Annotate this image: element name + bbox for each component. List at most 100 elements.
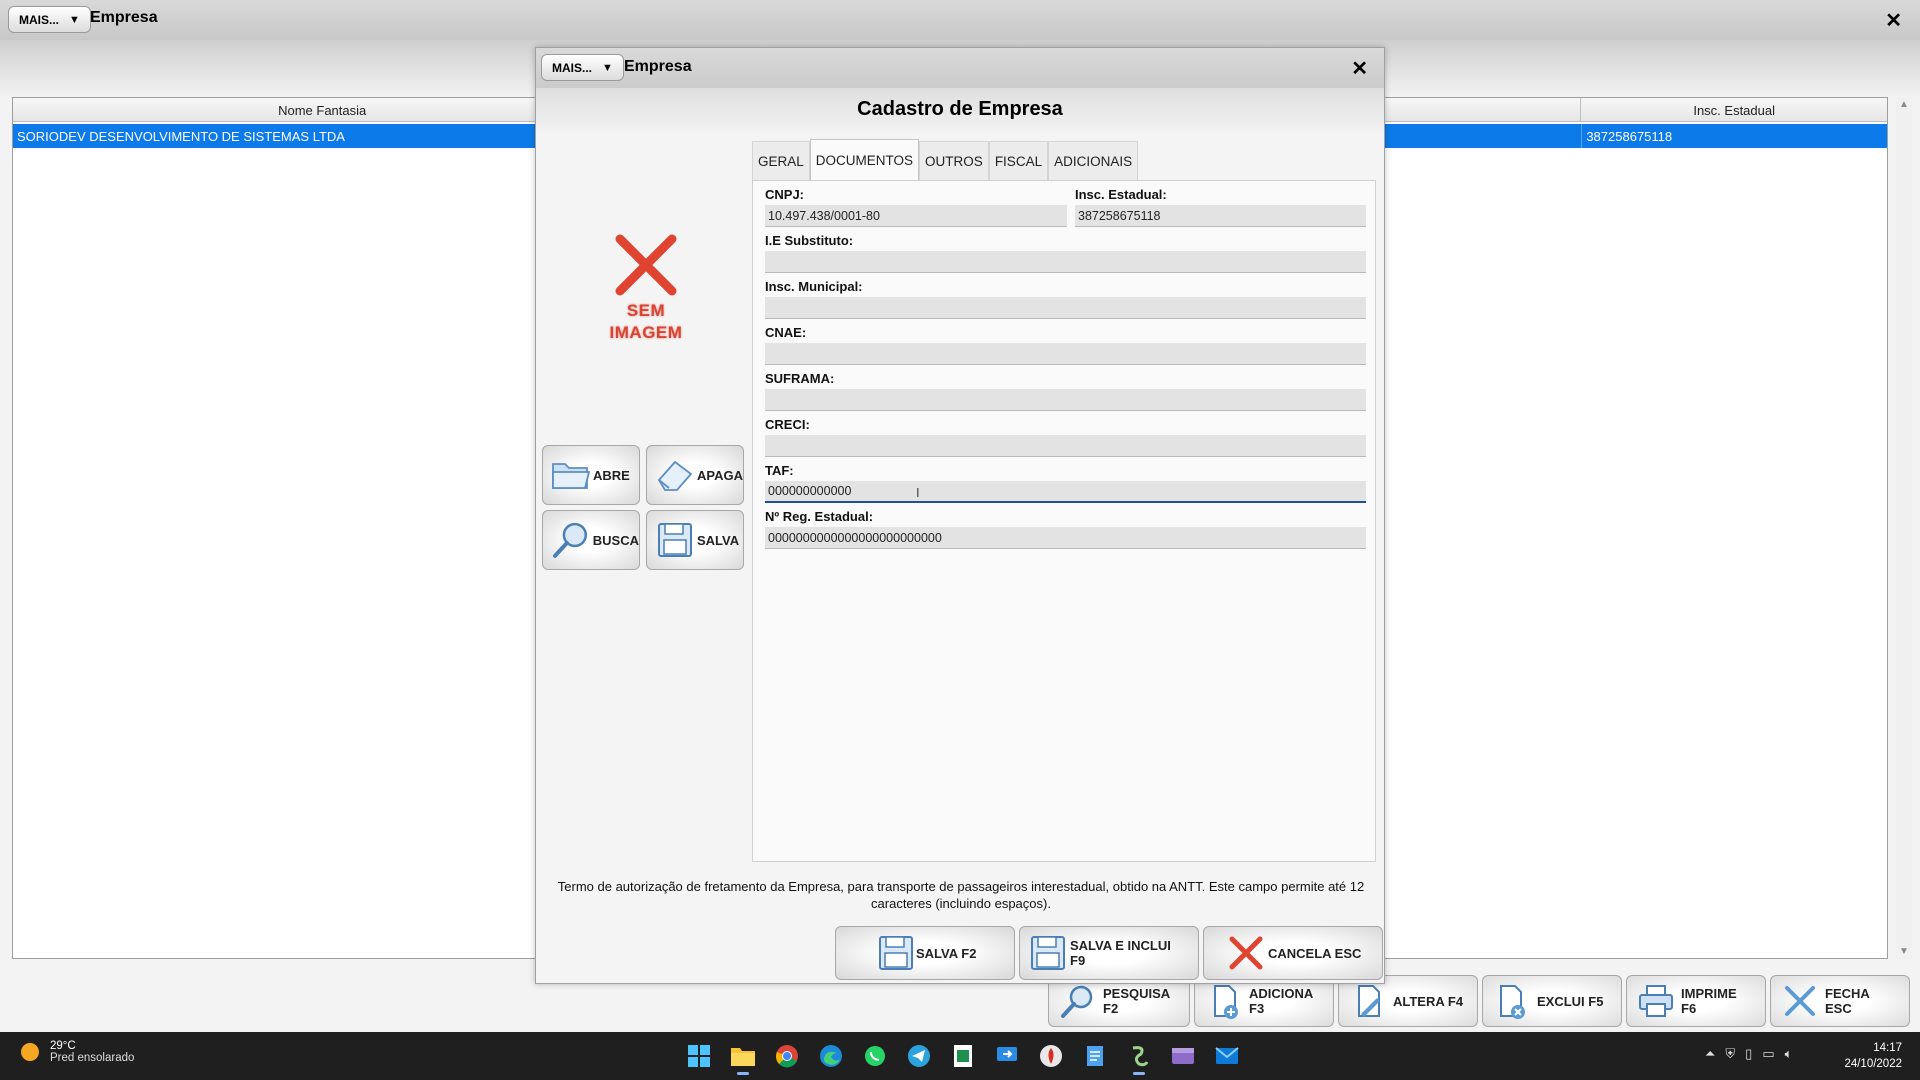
weather-temperature: 29°C xyxy=(50,1040,76,1052)
clock-time: 14:17 xyxy=(1873,1042,1902,1054)
imprime-button[interactable]: IMPRIME F6 xyxy=(1626,975,1766,1027)
company-logo-placeholder: SEM IMAGEM xyxy=(596,233,696,343)
abre-button[interactable]: ABRE xyxy=(542,445,640,505)
clock-date: 24/10/2022 xyxy=(1844,1058,1902,1070)
clock[interactable]: 14:17 24/10/2022 xyxy=(1844,1040,1902,1072)
tab-fiscal[interactable]: FISCAL xyxy=(988,141,1049,181)
whatsapp-icon[interactable] xyxy=(859,1040,891,1072)
magnifier-icon xyxy=(1059,982,1097,1020)
cancela-label: CANCELA ESC xyxy=(1268,945,1362,961)
reg-estadual-label: Nº Reg. Estadual: xyxy=(765,509,874,524)
salva-image-label: SALVA xyxy=(697,532,740,548)
tab-geral[interactable]: GERAL xyxy=(752,141,810,181)
fecha-button[interactable]: FECHA ESC xyxy=(1770,975,1910,1027)
floppy-disk-icon xyxy=(658,523,692,557)
magnifier-icon xyxy=(552,522,588,558)
tab-adicionais[interactable]: ADICIONAIS xyxy=(1048,141,1139,181)
reg-estadual-field[interactable]: 0000000000000000000000000 xyxy=(765,527,1366,549)
insc-municipal-field[interactable] xyxy=(765,297,1366,319)
busca-button[interactable]: BUSCA xyxy=(542,510,640,570)
erp-app-icon[interactable] xyxy=(1123,1040,1155,1075)
grid-scrollbar[interactable]: ▲ ▼ xyxy=(1896,97,1912,959)
no-image-line-2: IMAGEM xyxy=(609,323,683,342)
sun-icon xyxy=(21,1043,39,1061)
pesquisa-label: PESQUISA F2 xyxy=(1103,986,1170,1016)
telegram-icon[interactable] xyxy=(903,1040,935,1072)
altera-label: ALTERA F4 xyxy=(1393,993,1464,1009)
insc-estadual-field[interactable]: 387258675118 xyxy=(1075,205,1366,227)
chevron-down-icon: ▼ xyxy=(602,61,613,74)
taf-field[interactable]: 000000000000 xyxy=(765,481,1366,503)
printer-icon xyxy=(1637,982,1675,1020)
battery-icon[interactable]: ▯ xyxy=(1745,1046,1752,1062)
busca-label: BUSCA xyxy=(592,532,639,548)
chevron-down-icon: ▼ xyxy=(69,13,80,26)
salva-e-inclui-label: SALVA E INCLUI F9 xyxy=(1070,938,1171,968)
floppy-disk-icon xyxy=(1030,935,1066,974)
field-hint: Termo de autorização de fretamento da Em… xyxy=(557,879,1365,911)
dialog-button-bar: SALVA F2 SALVA E INCLUI F9 CANCELA ESC xyxy=(835,926,1383,980)
cnae-field[interactable] xyxy=(765,343,1366,365)
cell-insc-estadual: 387258675118 xyxy=(1581,124,1887,148)
exclui-label: EXCLUI F5 xyxy=(1537,993,1604,1009)
floppy-disk-icon xyxy=(878,935,914,974)
text-cursor-icon: I xyxy=(916,485,920,500)
volume-icon[interactable]: 🔈︎ xyxy=(1785,1046,1793,1062)
chrome-icon[interactable] xyxy=(771,1040,803,1072)
mail-app-icon[interactable] xyxy=(1211,1040,1243,1072)
cancela-button[interactable]: CANCELA ESC xyxy=(1203,926,1383,980)
edge-icon[interactable] xyxy=(815,1040,847,1072)
add-document-icon xyxy=(1205,982,1243,1020)
windows-start-icon[interactable] xyxy=(683,1040,715,1072)
no-image-icon xyxy=(615,234,677,296)
cnpj-label: CNPJ: xyxy=(765,187,805,202)
main-window-title: Empresa xyxy=(90,9,158,26)
dialog-titlebar: MAIS... ▼ Empresa ✕ xyxy=(536,48,1384,88)
insc-estadual-label: Insc. Estadual: xyxy=(1075,187,1167,202)
suframa-field[interactable] xyxy=(765,389,1366,411)
scroll-up-icon[interactable]: ▲ xyxy=(1899,99,1909,110)
tab-documentos[interactable]: DOCUMENTOS xyxy=(809,139,920,181)
mais-label: MAIS... xyxy=(19,12,60,27)
dialog-mais-button[interactable]: MAIS... ▼ xyxy=(541,54,624,81)
scroll-down-icon[interactable]: ▼ xyxy=(1899,946,1909,957)
remote-desktop-icon[interactable] xyxy=(991,1040,1023,1072)
column-header-insc-estadual[interactable]: Insc. Estadual xyxy=(1581,98,1887,122)
network-icon[interactable]: ▭ xyxy=(1762,1046,1774,1062)
main-close-button[interactable]: ✕ xyxy=(1885,8,1902,33)
notepad-icon[interactable] xyxy=(1079,1040,1111,1072)
file-explorer-icon[interactable] xyxy=(727,1040,759,1075)
weather-description: Pred ensolarado xyxy=(50,1052,135,1064)
main-titlebar: MAIS... ▼ Empresa ✕ xyxy=(0,0,1920,40)
exclui-button[interactable]: EXCLUI F5 xyxy=(1482,975,1622,1027)
spreadsheet-icon[interactable] xyxy=(947,1040,979,1072)
taf-label: TAF: xyxy=(765,463,794,478)
eraser-icon xyxy=(657,460,693,491)
salva-image-button[interactable]: SALVA xyxy=(646,510,744,570)
cancel-x-icon xyxy=(1228,935,1264,974)
cnpj-field[interactable]: 10.497.438/0001-80 xyxy=(765,205,1067,227)
media-app-icon[interactable] xyxy=(1167,1040,1199,1072)
dialog-close-button[interactable]: ✕ xyxy=(1351,56,1368,81)
shield-icon[interactable]: ⛨ xyxy=(1725,1046,1735,1062)
security-app-icon[interactable] xyxy=(1035,1040,1067,1072)
system-tray: ⏶ ⛨ ▯ ▭ 🔈︎ xyxy=(1705,1046,1792,1062)
mais-label: MAIS... xyxy=(552,60,593,75)
salva-button[interactable]: SALVA F2 xyxy=(835,926,1015,980)
tray-chevron-icon[interactable]: ⏶ xyxy=(1705,1046,1715,1062)
cnae-label: CNAE: xyxy=(765,325,807,340)
weather-widget[interactable]: 29°C Pred ensolarado xyxy=(18,1040,134,1064)
tab-outros[interactable]: OUTROS xyxy=(919,141,989,181)
apaga-button[interactable]: APAGA xyxy=(646,445,744,505)
main-mais-button[interactable]: MAIS... ▼ xyxy=(8,6,91,33)
edit-document-icon xyxy=(1349,982,1387,1020)
suframa-label: SUFRAMA: xyxy=(765,371,835,386)
salva-e-inclui-button[interactable]: SALVA E INCLUI F9 xyxy=(1019,926,1199,980)
delete-document-icon xyxy=(1493,982,1531,1020)
apaga-label: APAGA xyxy=(697,467,743,483)
fecha-label: FECHA ESC xyxy=(1825,986,1870,1016)
taskbar-apps xyxy=(683,1040,1243,1075)
insc-municipal-label: Insc. Municipal: xyxy=(765,279,863,294)
creci-field[interactable] xyxy=(765,435,1366,457)
ie-substituto-field[interactable] xyxy=(765,251,1366,273)
